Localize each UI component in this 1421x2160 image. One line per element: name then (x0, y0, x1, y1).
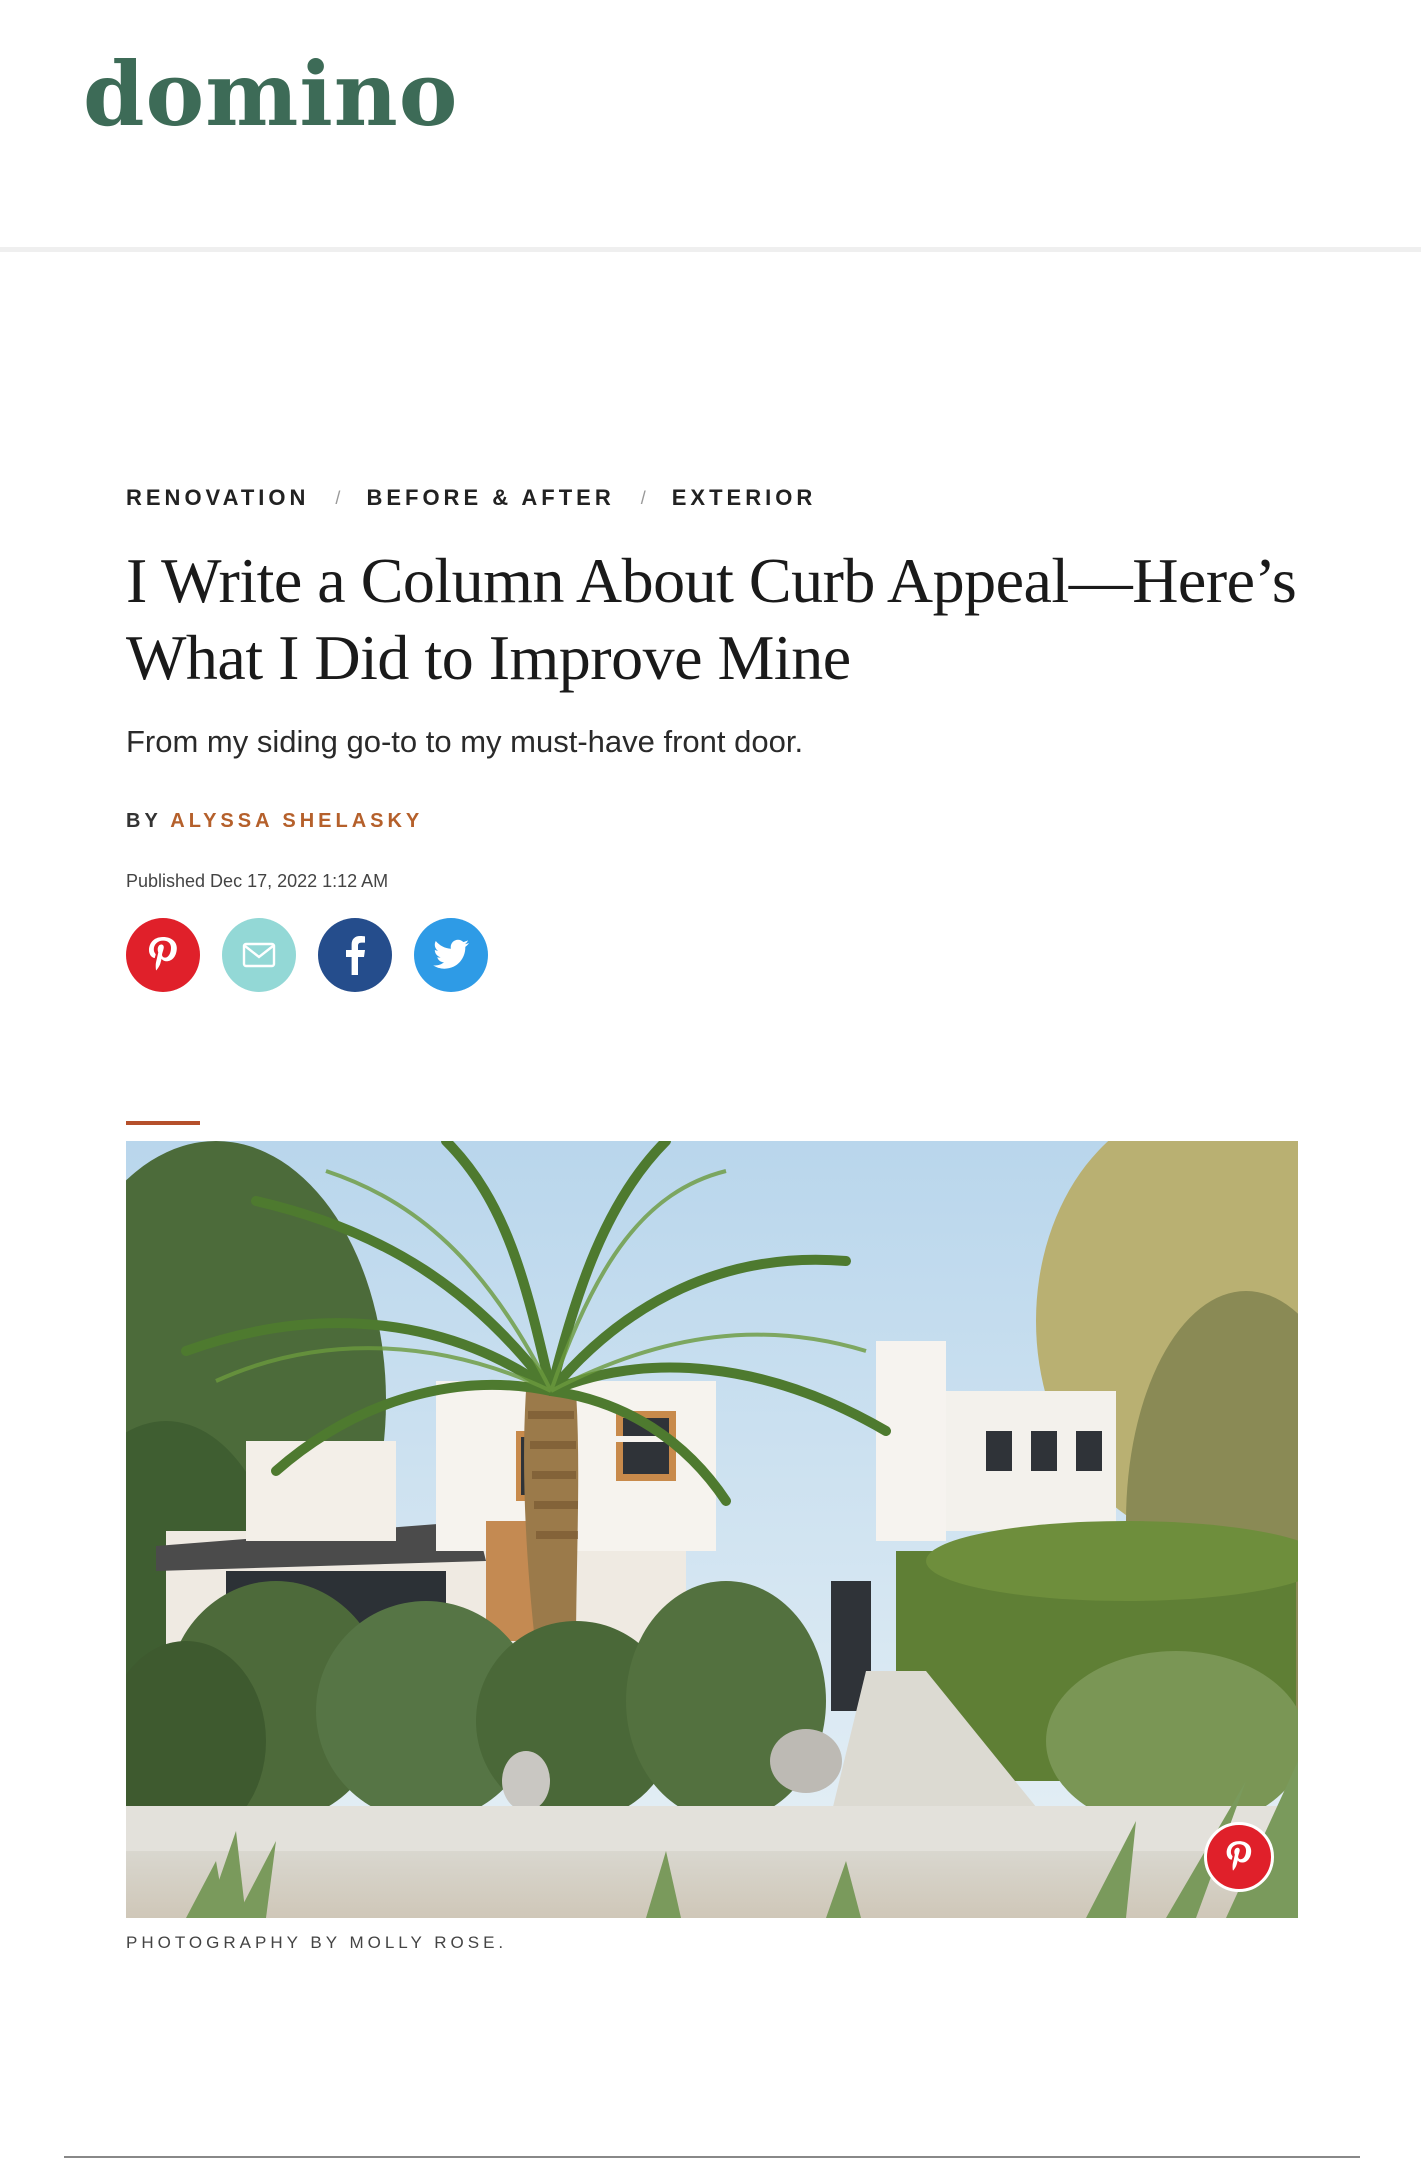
facebook-icon (346, 936, 365, 975)
hero-image[interactable] (126, 1141, 1298, 1918)
breadcrumb-renovation[interactable]: RENOVATION (126, 485, 309, 511)
author-link[interactable]: ALYSSA SHELASKY (170, 810, 423, 832)
pinterest-icon (149, 937, 177, 971)
mail-icon (242, 942, 276, 968)
pinterest-icon (1226, 1841, 1252, 1871)
breadcrumb-before-after[interactable]: BEFORE & AFTER (366, 485, 614, 511)
site-logo[interactable]: domino (83, 50, 458, 138)
byline-prefix: BY (126, 810, 162, 832)
byline: BY ALYSSA SHELASKY (126, 810, 1296, 833)
breadcrumb-separator: / (640, 487, 646, 508)
breadcrumb-exterior[interactable]: EXTERIOR (672, 485, 816, 511)
share-email-button[interactable] (222, 918, 296, 992)
pin-image-button[interactable] (1204, 1822, 1274, 1892)
share-buttons (126, 918, 1296, 992)
breadcrumb-separator: / (335, 487, 341, 508)
headline-line-2: What I Did to Improve Mine (126, 622, 851, 693)
article-dek: From my siding go-to to my must-have fro… (126, 724, 804, 759)
twitter-icon (433, 939, 469, 969)
headline-line-1: I Write a Column About Curb Appeal—Here’… (126, 545, 1297, 616)
article: RENOVATION / BEFORE & AFTER / EXTERIOR I… (126, 480, 1297, 992)
article-headline: I Write a Column About Curb Appeal—Here’… (126, 542, 1306, 696)
share-twitter-button[interactable] (414, 918, 488, 992)
share-pinterest-button[interactable] (126, 918, 200, 992)
breadcrumb: RENOVATION / BEFORE & AFTER / EXTERIOR (126, 480, 1296, 516)
share-facebook-button[interactable] (318, 918, 392, 992)
site-header: domino (0, 0, 1421, 252)
photo-caption: PHOTOGRAPHY BY MOLLY ROSE. (126, 1933, 508, 1952)
published-date: Published Dec 17, 2022 1:12 AM (126, 871, 389, 891)
accent-rule (126, 1121, 200, 1125)
divider (64, 2156, 1360, 2158)
house-photo (126, 1141, 1298, 1918)
